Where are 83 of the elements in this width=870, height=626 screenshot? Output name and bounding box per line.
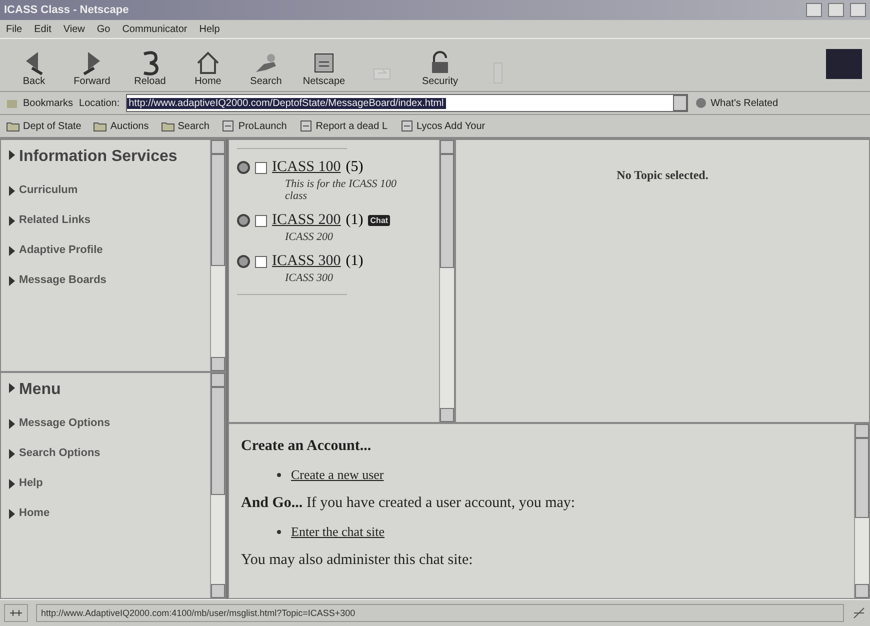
menu-item[interactable]: Go (96, 24, 110, 34)
nav-link[interactable]: Home (9, 507, 202, 519)
topic-count: (5) (346, 159, 364, 176)
bullet-icon (277, 473, 281, 477)
search-button[interactable]: Search (240, 48, 292, 87)
triangle-icon (9, 186, 15, 196)
security-button[interactable]: Security (414, 48, 466, 87)
topic-description: This is for the ICASS 100 class (285, 178, 398, 202)
checkbox[interactable] (255, 214, 267, 226)
topic-link[interactable]: ICASS 300 (272, 253, 341, 270)
page-icon (400, 119, 414, 133)
triangle-icon (9, 383, 15, 393)
bookmark-link[interactable]: ProLaunch (221, 119, 287, 133)
topic-count: (1) (346, 212, 364, 229)
nav-link[interactable]: Help (9, 477, 202, 489)
chat-badge[interactable]: Chat (368, 215, 390, 226)
bookmark-folder[interactable]: Search (160, 119, 210, 133)
topic-bullet-icon (237, 255, 250, 268)
window-title: ICASS Class - Netscape (4, 4, 129, 16)
globe-icon (694, 96, 708, 110)
nav-link[interactable]: Search Options (9, 447, 202, 459)
triangle-icon (9, 479, 15, 489)
menu-item[interactable]: Communicator (122, 24, 188, 34)
status-text: http://www.AdaptiveIQ2000.com:4100/mb/user/msglist.html?Topic=ICASS+300 (36, 604, 844, 622)
page-icon (298, 119, 313, 133)
scroll-thumb[interactable] (211, 387, 225, 496)
triangle-icon (9, 216, 15, 226)
menu-item[interactable]: Help (199, 24, 220, 34)
forward-button[interactable]: Forward (66, 48, 118, 87)
triangle-icon (9, 449, 15, 459)
scroll-thumb[interactable] (855, 438, 869, 518)
no-topic-message: No Topic selected. (616, 167, 710, 184)
nav-link[interactable]: Curriculum (9, 184, 202, 196)
checkbox[interactable] (255, 162, 267, 174)
menu-item[interactable]: Edit (34, 24, 52, 34)
bookmark-folder[interactable]: Auctions (93, 119, 149, 133)
nav-link[interactable]: Adaptive Profile (9, 244, 202, 256)
topic-link[interactable]: ICASS 100 (272, 159, 341, 176)
netscape-button[interactable]: Netscape (298, 48, 350, 87)
section-heading: Create an Account... (241, 438, 372, 455)
close-button[interactable] (850, 3, 866, 17)
back-button[interactable]: Back (8, 48, 60, 87)
triangle-icon (9, 419, 15, 429)
content-link[interactable]: Enter the chat site (291, 524, 384, 540)
triangle-icon (9, 276, 15, 286)
bookmark-link[interactable]: Lycos Add Your (400, 119, 486, 133)
content-text: You may also administer this chat site: (241, 552, 474, 569)
maximize-button[interactable] (828, 3, 844, 17)
topic-description: ICASS 300 (285, 272, 334, 284)
content-text: And Go... If you have created a user account, you may: (241, 495, 576, 512)
nav-link[interactable]: Message Options (9, 417, 202, 429)
location-label: Location: (79, 98, 120, 108)
page-icon (221, 119, 236, 133)
home-button[interactable]: Home (182, 48, 234, 87)
nav-link[interactable]: Message Boards (9, 274, 202, 286)
topic-bullet-icon (237, 214, 250, 227)
bookmarks-button[interactable]: Bookmarks (6, 96, 74, 110)
minimize-button[interactable] (806, 3, 822, 17)
connection-icon (4, 604, 28, 622)
topic-count: (1) (346, 253, 364, 270)
bullet-icon (277, 530, 281, 534)
whats-related-button[interactable]: What's Related (694, 96, 778, 110)
menu-item[interactable]: File (6, 24, 22, 34)
location-field[interactable]: http://www.adaptiveIQ2000.com/DeptofState/MessageBoard/index.html (126, 94, 688, 112)
menu-item[interactable]: View (63, 24, 85, 34)
nav-heading[interactable]: Information Services (9, 148, 202, 166)
scroll-thumb[interactable] (440, 154, 454, 268)
topic-description: ICASS 200 (285, 231, 334, 243)
nav-link[interactable]: Related Links (9, 214, 202, 226)
triangle-icon (9, 150, 15, 160)
checkbox[interactable] (255, 256, 267, 268)
bookmark-folder[interactable]: Dept of State (6, 119, 82, 133)
triangle-icon (9, 246, 15, 256)
bookmark-link[interactable]: Report a dead L (298, 119, 388, 133)
component-bar-icon[interactable] (852, 606, 866, 620)
scroll-thumb[interactable] (211, 154, 225, 266)
triangle-icon (9, 509, 15, 519)
topic-link[interactable]: ICASS 200 (272, 212, 341, 229)
logo-icon (826, 49, 862, 79)
topic-bullet-icon (237, 161, 250, 174)
reload-button[interactable]: Reload (124, 48, 176, 87)
nav-heading[interactable]: Menu (9, 381, 202, 399)
content-link[interactable]: Create a new user (291, 467, 384, 483)
